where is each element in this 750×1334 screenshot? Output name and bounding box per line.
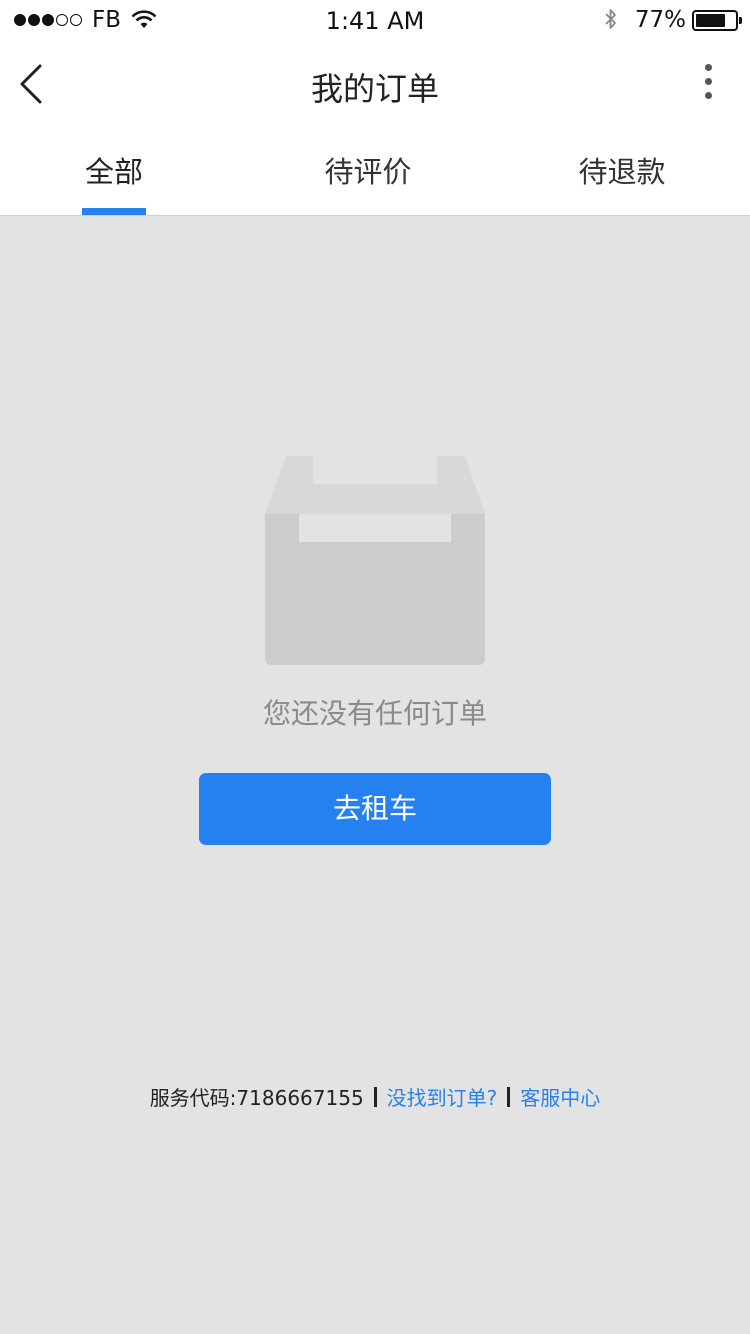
tab-bar: 全部 待评价 待退款 xyxy=(0,128,750,216)
active-tab-indicator xyxy=(82,208,146,215)
status-right: 77% xyxy=(603,7,742,33)
tab-all[interactable]: 全部 xyxy=(54,128,174,216)
battery-fill xyxy=(696,13,726,27)
nav-bar: 我的订单 xyxy=(0,40,750,128)
more-dot xyxy=(704,78,712,85)
tab-pending-refund[interactable]: 待退款 xyxy=(562,128,682,216)
service-code: 服务代码:7186667155 xyxy=(149,1086,364,1110)
footer: 服务代码:7186667155 没找到订单? 客服中心 xyxy=(0,1082,750,1111)
status-bar: FB 1:41 AM 77% xyxy=(0,0,750,40)
battery-icon xyxy=(692,9,742,31)
divider xyxy=(507,1086,511,1107)
battery-percent: 77% xyxy=(634,7,686,33)
more-vertical-icon[interactable] xyxy=(696,64,720,104)
empty-box-icon xyxy=(265,456,485,665)
divider xyxy=(373,1086,377,1107)
customer-service-link[interactable]: 客服中心 xyxy=(520,1082,600,1111)
more-dot xyxy=(704,64,712,71)
page-title: 我的订单 xyxy=(310,70,439,108)
more-dot xyxy=(704,92,712,99)
order-not-found-link[interactable]: 没找到订单? xyxy=(387,1082,498,1111)
go-rent-car-button[interactable]: 去租车 xyxy=(199,773,551,845)
tab-pending-review[interactable]: 待评价 xyxy=(308,128,428,216)
empty-message: 您还没有任何订单 xyxy=(262,697,487,730)
bluetooth-icon xyxy=(605,9,616,29)
